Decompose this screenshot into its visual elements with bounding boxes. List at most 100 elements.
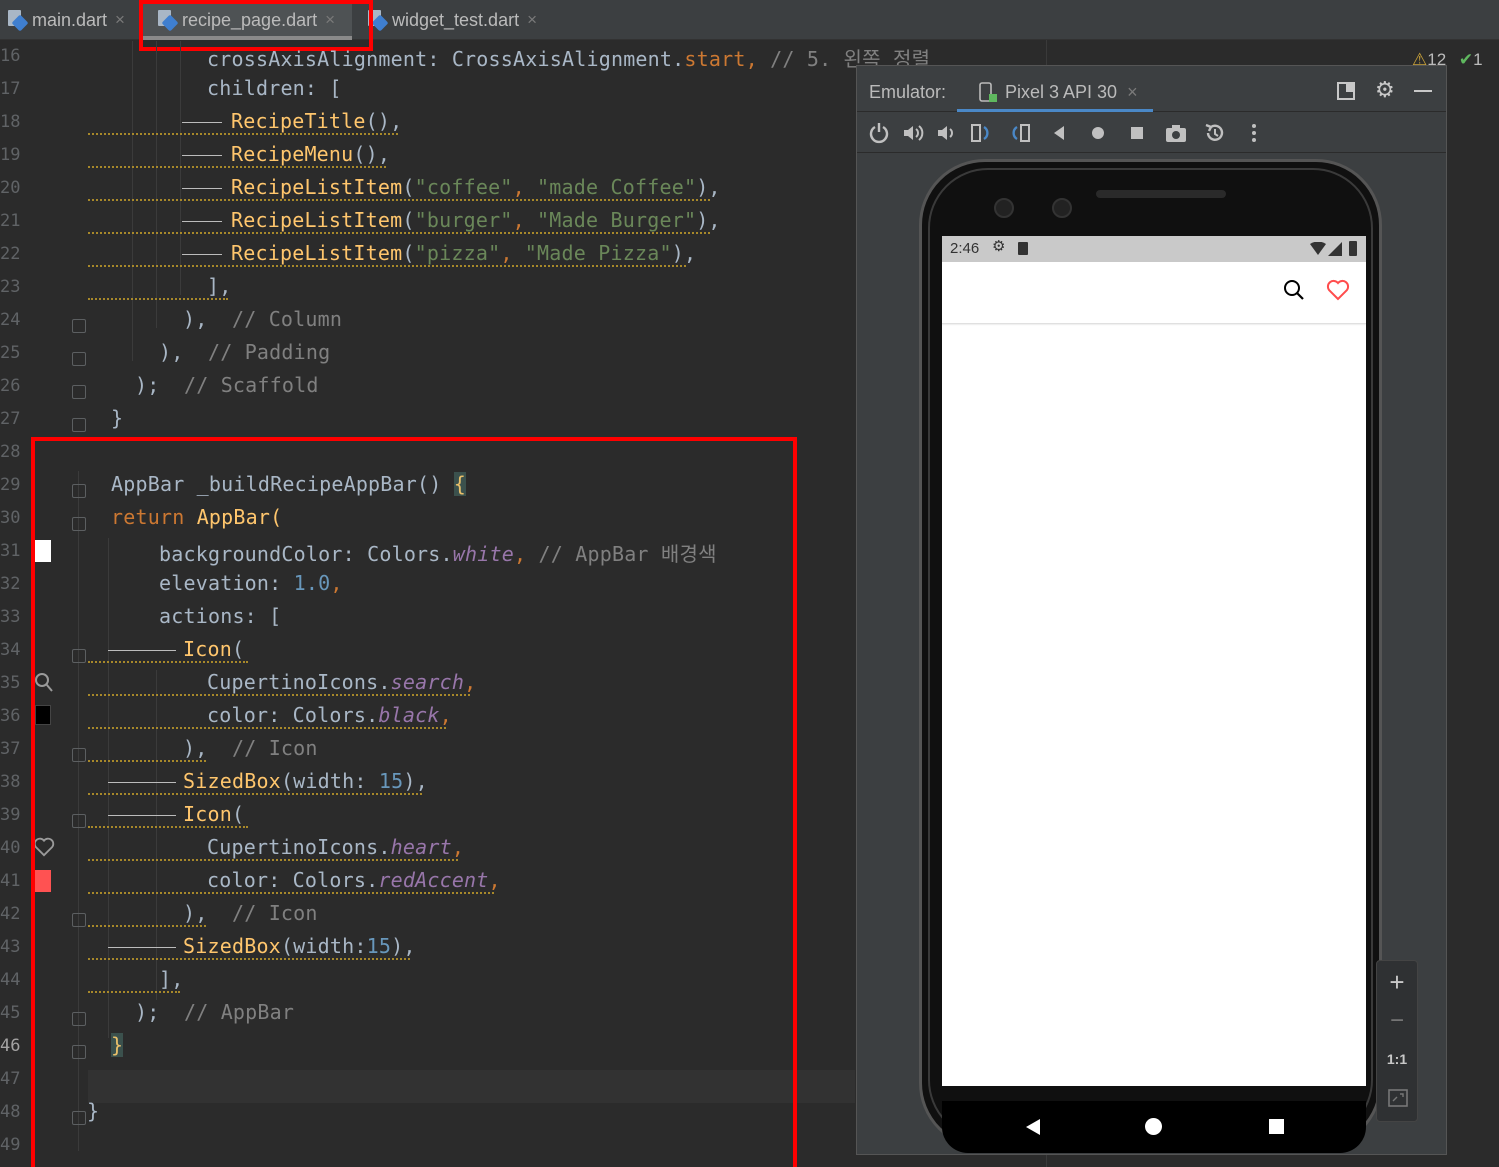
minimize-icon[interactable] [1414, 90, 1432, 92]
snapshot-restore-icon[interactable] [1203, 121, 1227, 145]
code-token: ( [402, 208, 415, 232]
tab-widget-test-dart[interactable]: widget_test.dart × [360, 0, 560, 40]
close-tab-icon[interactable]: × [115, 10, 125, 30]
code-token: , [500, 241, 525, 265]
code-token: } [111, 406, 124, 430]
line-number: 27 [0, 409, 21, 429]
code-token: ( [402, 241, 415, 265]
code-token: RecipeListItem [231, 241, 403, 265]
cell-signal-icon [1328, 242, 1342, 256]
tab-label: widget_test.dart [392, 9, 520, 30]
line-number: 47 [0, 1069, 21, 1089]
code-token: ( [402, 175, 415, 199]
battery-icon [1349, 241, 1357, 256]
code-comment: // Column [207, 307, 343, 331]
line-number: 42 [0, 904, 21, 924]
rotate-left-icon[interactable] [969, 121, 993, 145]
search-icon[interactable] [1282, 278, 1306, 302]
line-number: 44 [0, 970, 21, 990]
code-token: , [512, 208, 538, 232]
check-count: 1 [1473, 50, 1483, 69]
emulator-panel: Emulator: Pixel 3 API 30 × ⚙ 2:46 ⚙ [856, 65, 1447, 1155]
emulator-toolbar [857, 113, 1446, 153]
android-nav-bar [942, 1101, 1366, 1153]
line-number: 19 [0, 145, 21, 165]
emulator-label: Emulator: [869, 82, 947, 102]
code-comment: // Padding [183, 340, 331, 364]
code-token: RecipeListItem [231, 175, 403, 199]
nav-home-icon[interactable] [1145, 1118, 1162, 1135]
front-camera-icon [994, 198, 1014, 218]
code-comment: // Scaffold [159, 373, 319, 397]
code-token: , [745, 47, 758, 71]
line-number: 39 [0, 805, 21, 825]
settings-gear-icon[interactable]: ⚙ [1375, 78, 1395, 103]
power-icon[interactable] [867, 121, 891, 145]
overview-icon[interactable] [1125, 121, 1149, 145]
code-token: children: [207, 76, 330, 100]
line-number: 24 [0, 310, 21, 330]
zoom-out-button[interactable]: − [1377, 1007, 1417, 1035]
fold-marker[interactable] [72, 385, 86, 399]
code-token: ), [696, 175, 721, 199]
close-tab-icon[interactable]: × [527, 10, 537, 30]
line-number: 21 [0, 211, 21, 231]
tab-main-dart[interactable]: main.dart × [0, 0, 140, 40]
more-options-icon[interactable] [1242, 121, 1266, 145]
line-number: 29 [0, 475, 21, 495]
settings-gear-icon: ⚙ [992, 237, 1006, 255]
phone-frame: 2:46 ⚙ [919, 159, 1382, 1153]
line-number: 32 [0, 574, 21, 594]
line-number: 25 [0, 343, 21, 363]
nav-back-icon[interactable] [1024, 1118, 1042, 1136]
line-number: 26 [0, 376, 21, 396]
code-token: [ [329, 76, 342, 100]
line-number: 38 [0, 772, 21, 792]
screenshot-camera-icon[interactable] [1164, 121, 1188, 145]
code-token: ), [183, 307, 208, 331]
sd-card-icon [1018, 242, 1028, 255]
line-number: 37 [0, 739, 21, 759]
volume-up-icon[interactable] [901, 121, 925, 145]
code-string: "Made Burger" [537, 208, 697, 232]
code-token: start [684, 47, 746, 71]
code-token: (), [365, 109, 403, 133]
front-camera-icon [1052, 198, 1072, 218]
nav-overview-icon[interactable] [1269, 1119, 1284, 1134]
line-number: 46 [0, 1036, 21, 1056]
close-device-tab-icon[interactable]: × [1127, 82, 1138, 103]
window-mode-icon[interactable] [1337, 82, 1355, 100]
back-icon[interactable] [1047, 121, 1071, 145]
line-number: 33 [0, 607, 21, 627]
volume-down-icon[interactable] [935, 121, 959, 145]
status-time: 2:46 [950, 240, 980, 257]
rotate-right-icon[interactable] [1008, 121, 1032, 145]
code-string: "burger" [414, 208, 513, 232]
line-number: 18 [0, 112, 21, 132]
fit-screen-icon[interactable] [1388, 1089, 1408, 1107]
phone-device-icon [979, 81, 997, 102]
fold-marker[interactable] [72, 319, 86, 333]
zoom-actual-size-button[interactable]: 1:1 [1377, 1051, 1417, 1067]
android-status-bar: 2:46 ⚙ [942, 236, 1366, 262]
code-string: "pizza" [414, 241, 501, 265]
zoom-in-button[interactable]: + [1377, 967, 1417, 998]
fold-marker[interactable] [72, 418, 86, 432]
code-token: ), [696, 208, 721, 232]
heart-icon[interactable] [1326, 279, 1350, 301]
wifi-icon [1310, 242, 1326, 255]
home-icon[interactable] [1086, 121, 1110, 145]
zoom-controls: + − 1:1 [1376, 960, 1418, 1122]
line-number: 34 [0, 640, 21, 660]
code-token: ], [207, 274, 232, 298]
device-tab[interactable]: Pixel 3 API 30 × [957, 76, 1153, 112]
phone-screen[interactable]: 2:46 ⚙ [942, 236, 1366, 1086]
line-number: 43 [0, 937, 21, 957]
line-number: 41 [0, 871, 21, 891]
line-number: 28 [0, 442, 21, 462]
line-number: 20 [0, 178, 21, 198]
line-number: 40 [0, 838, 21, 858]
fold-marker[interactable] [72, 352, 86, 366]
code-token: ); [135, 373, 160, 397]
dart-file-icon [6, 9, 29, 32]
